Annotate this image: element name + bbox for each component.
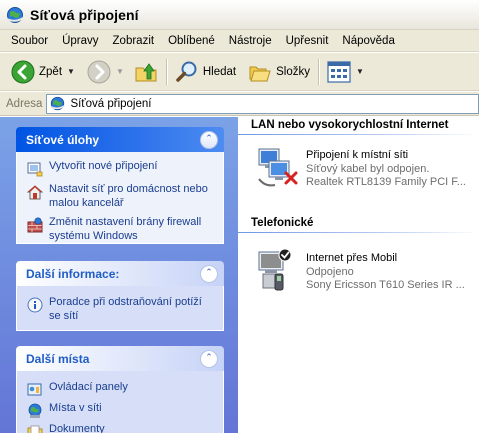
connections-view: LAN nebo vysokorychlostní Internet Připo… xyxy=(238,117,479,433)
views-dropdown-icon[interactable]: ▼ xyxy=(356,67,364,76)
back-arrow-icon xyxy=(11,60,35,83)
group-header-lan: LAN nebo vysokorychlostní Internet xyxy=(251,119,449,131)
toolbar-separator xyxy=(317,58,319,85)
group-header-dialup: Telefonické xyxy=(251,217,314,229)
group-divider xyxy=(238,134,479,135)
search-label: Hledat xyxy=(202,65,237,78)
more-info-panel: Další informace: ⌃ Poradce při odstraňov… xyxy=(16,261,224,331)
address-label: Adresa xyxy=(6,97,43,110)
documents-icon xyxy=(27,425,43,433)
network-tasks-body: Vytvořit nové připojení Nastavit síť pro… xyxy=(16,152,224,244)
folders-icon xyxy=(249,66,271,81)
views-icon xyxy=(327,60,351,83)
place-label: Místa v síti xyxy=(49,402,102,414)
task-firewall[interactable]: Změnit nastavení brány firewall systému … xyxy=(27,216,215,243)
menu-edit[interactable]: Úpravy xyxy=(55,35,105,47)
more-info-title: Další informace: xyxy=(26,266,120,281)
connection-status: Odpojeno xyxy=(306,265,354,278)
connection-name: Připojení k místní síti xyxy=(306,149,409,161)
troubleshooter-icon xyxy=(27,297,43,313)
search-icon xyxy=(176,61,197,82)
new-connection-icon xyxy=(27,162,43,177)
menu-advanced[interactable]: Upřesnit xyxy=(279,35,336,47)
network-connections-icon xyxy=(6,6,24,23)
connection-device: Realtek RTL8139 Family PCI F... xyxy=(306,176,466,188)
network-places-icon xyxy=(28,403,42,418)
task-label: Poradce při odstraňování potíží se sítí xyxy=(49,296,202,322)
place-label: Ovládací panely xyxy=(49,381,128,393)
connection-name: Internet přes Mobil xyxy=(306,252,398,264)
network-tasks-title: Síťové úlohy xyxy=(26,132,100,147)
folders-button[interactable]: Složky xyxy=(245,57,313,87)
back-dropdown-icon[interactable]: ▼ xyxy=(67,67,75,76)
collapse-chevron-icon[interactable]: ⌃ xyxy=(200,264,218,283)
folders-label: Složky xyxy=(276,65,310,78)
connection-device: Sony Ericsson T610 Series IR ... xyxy=(306,279,465,291)
place-documents[interactable]: Dokumenty xyxy=(27,423,215,433)
group-divider xyxy=(238,232,479,233)
views-button[interactable]: ▼ xyxy=(324,57,367,87)
menu-tools[interactable]: Nástroje xyxy=(222,35,279,47)
collapse-chevron-icon[interactable]: ⌃ xyxy=(200,130,218,149)
connection-status: Síťový kabel byl odpojen. xyxy=(306,162,430,175)
task-pane: Síťové úlohy ⌃ Vytvořit nové připojení N… xyxy=(0,117,238,433)
task-label: Změnit nastavení brány firewall systému … xyxy=(49,216,202,242)
network-tasks-panel: Síťové úlohy ⌃ Vytvořit nové připojení N… xyxy=(16,127,224,244)
place-label: Dokumenty xyxy=(49,423,105,433)
menu-help[interactable]: Nápověda xyxy=(335,35,401,47)
task-label: Vytvořit nové připojení xyxy=(49,160,158,172)
address-input[interactable]: Síťová připojení xyxy=(46,93,479,114)
connection-mobile-text: Internet přes Mobil Odpojeno Sony Ericss… xyxy=(306,252,465,294)
firewall-icon xyxy=(27,217,43,233)
forward-button[interactable]: ▼ xyxy=(84,57,127,87)
search-button[interactable]: Hledat xyxy=(172,57,239,87)
toolbar-separator xyxy=(165,58,167,85)
network-tasks-header[interactable]: Síťové úlohy ⌃ xyxy=(16,127,224,152)
network-connections-icon xyxy=(50,96,66,111)
menu-view[interactable]: Zobrazit xyxy=(106,35,162,47)
connection-mobile[interactable]: Internet přes Mobil Odpojeno Sony Ericss… xyxy=(253,246,465,294)
lan-disconnected-icon xyxy=(258,148,298,187)
address-value: Síťová připojení xyxy=(70,97,152,110)
collapse-chevron-icon[interactable]: ⌃ xyxy=(200,349,218,368)
forward-dropdown-icon[interactable]: ▼ xyxy=(116,67,124,76)
forward-arrow-icon xyxy=(87,60,111,83)
connection-lan[interactable]: Připojení k místní síti Síťový kabel byl… xyxy=(253,143,466,191)
place-network-places[interactable]: Místa v síti xyxy=(27,402,215,419)
control-panel-icon xyxy=(27,383,42,396)
toolbar: Zpět ▼ ▼ Hledat Složky ▼ xyxy=(0,53,479,91)
menu-file[interactable]: Soubor xyxy=(4,35,55,47)
title-bar: Síťová připojení xyxy=(0,0,479,30)
other-places-panel: Další místa ⌃ Ovládací panely Místa v sí… xyxy=(16,346,224,433)
task-home-network[interactable]: Nastavit síť pro domácnost nebo malou ka… xyxy=(27,183,215,210)
dialup-modem-icon xyxy=(258,248,292,291)
task-new-connection[interactable]: Vytvořit nové připojení xyxy=(27,160,215,177)
window-title: Síťová připojení xyxy=(30,6,139,23)
more-info-body: Poradce při odstraňování potíží se sítí xyxy=(16,286,224,331)
back-button[interactable]: Zpět ▼ xyxy=(8,57,78,87)
other-places-header[interactable]: Další místa ⌃ xyxy=(16,346,224,371)
back-label: Zpět xyxy=(39,65,63,78)
address-bar: Adresa Síťová připojení xyxy=(0,92,479,116)
connection-lan-text: Připojení k místní síti Síťový kabel byl… xyxy=(306,149,466,191)
other-places-body: Ovládací panely Místa v síti Dokumenty xyxy=(16,371,224,433)
place-control-panel[interactable]: Ovládací panely xyxy=(27,381,215,398)
up-button[interactable] xyxy=(131,57,161,87)
menu-bar: Soubor Úpravy Zobrazit Oblíbené Nástroje… xyxy=(0,30,479,52)
menu-favorites[interactable]: Oblíbené xyxy=(161,35,222,47)
other-places-title: Další místa xyxy=(26,351,90,366)
more-info-header[interactable]: Další informace: ⌃ xyxy=(16,261,224,286)
task-label: Nastavit síť pro domácnost nebo malou ka… xyxy=(49,183,208,209)
folder-up-icon xyxy=(135,62,157,81)
task-troubleshooter[interactable]: Poradce při odstraňování potíží se sítí xyxy=(27,296,215,323)
home-network-icon xyxy=(27,185,43,200)
